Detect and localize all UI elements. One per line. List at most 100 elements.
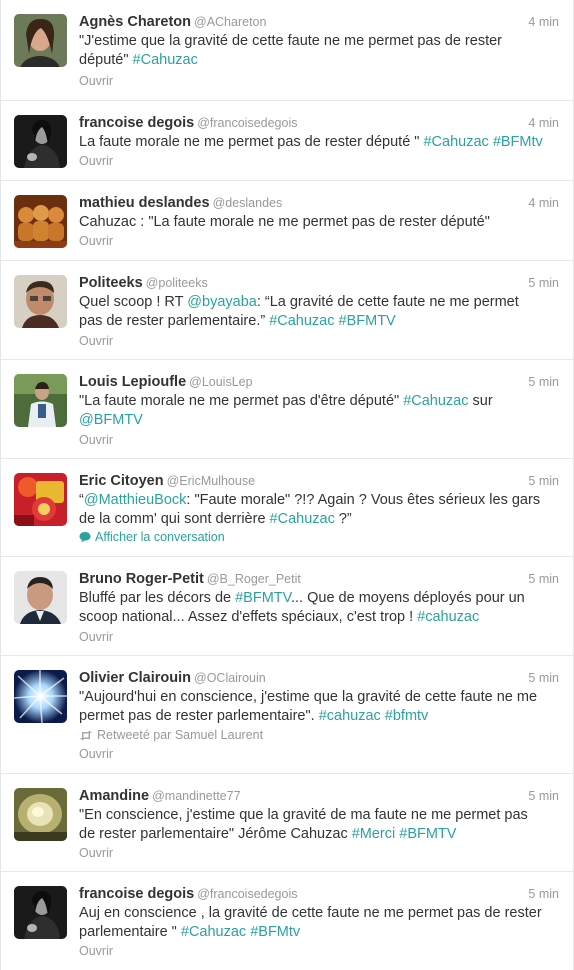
- open-tweet-link[interactable]: Ouvrir: [79, 333, 113, 349]
- avatar[interactable]: [14, 670, 67, 723]
- tweet-text-segment: député": [79, 52, 133, 68]
- tweet-fullname[interactable]: mathieu deslandes: [79, 195, 210, 211]
- avatar[interactable]: [14, 571, 67, 624]
- hashtag-link[interactable]: #Cahuzac: [181, 924, 246, 940]
- tweet-timestamp[interactable]: 5 min: [528, 884, 559, 904]
- mention-link[interactable]: @BFMTV: [79, 412, 143, 428]
- tweet-text-segment: pas de rester parlementaire.”: [79, 313, 270, 329]
- open-tweet-link[interactable]: Ouvrir: [79, 73, 113, 89]
- avatar[interactable]: [14, 195, 67, 248]
- hashtag-link[interactable]: #Merci: [352, 826, 396, 842]
- tweet-text-line: @BFMTV: [79, 411, 565, 430]
- tweet-text-line: "La faute morale ne me permet pas d'être…: [79, 392, 565, 411]
- hashtag-link[interactable]: #BFMTV: [235, 590, 291, 606]
- retweeted-by-label: Retweeté par Samuel Laurent: [97, 728, 264, 742]
- hashtag-link[interactable]: #Cahuzac: [403, 393, 468, 409]
- tweet-text-line: Bluffé par les décors de #BFMTV... Que d…: [79, 589, 565, 608]
- tweet-username[interactable]: @EricMulhouse: [167, 474, 255, 488]
- show-conversation-link[interactable]: Afficher la conversation: [79, 529, 225, 547]
- tweet-item[interactable]: Olivier Clairouin @OClairouin 5 min "Aujo…: [1, 656, 573, 774]
- tweet-item[interactable]: Louis Lepioufle @LouisLep 5 min "La faute…: [1, 360, 573, 459]
- tweet-username[interactable]: @AChareton: [194, 15, 266, 29]
- hashtag-link[interactable]: #cahuzac: [417, 609, 479, 625]
- tweet-timestamp[interactable]: 4 min: [528, 113, 559, 133]
- tweet-fullname[interactable]: Eric Citoyen: [79, 473, 164, 489]
- avatar[interactable]: [14, 115, 67, 168]
- tweet-text-line: Quel scoop ! RT @byayaba: “La gravité de…: [79, 293, 565, 312]
- tweet-timestamp[interactable]: 5 min: [528, 569, 559, 589]
- tweet-timestamp[interactable]: 5 min: [528, 273, 559, 293]
- show-conversation-label: Afficher la conversation: [95, 530, 225, 544]
- tweet-fullname[interactable]: Olivier Clairouin: [79, 670, 191, 686]
- tweet-timestamp[interactable]: 4 min: [528, 193, 559, 213]
- hashtag-link[interactable]: #BFMtv: [250, 924, 300, 940]
- tweet-fullname[interactable]: Amandine: [79, 788, 149, 804]
- tweet-text-segment: Cahuzac : "La faute morale ne me permet …: [79, 214, 490, 230]
- hashtag-link[interactable]: #Cahuzac: [133, 52, 198, 68]
- hashtag-link[interactable]: #Cahuzac: [423, 134, 488, 150]
- open-tweet-link[interactable]: Ouvrir: [79, 746, 113, 762]
- hashtag-link[interactable]: #bfmtv: [385, 708, 429, 724]
- tweet-text-line: "En conscience, j'estime que la gravité …: [79, 806, 565, 825]
- tweet-fullname[interactable]: Politeeks: [79, 275, 143, 291]
- tweet-item[interactable]: Amandine @mandinette77 5 min "En conscien…: [1, 774, 573, 872]
- tweet-fullname[interactable]: Agnès Chareton: [79, 14, 191, 30]
- open-tweet-link[interactable]: Ouvrir: [79, 432, 113, 448]
- tweet-text: "La faute morale ne me permet pas d'être…: [79, 392, 565, 430]
- open-tweet-link[interactable]: Ouvrir: [79, 845, 113, 861]
- tweet-item[interactable]: Eric Citoyen @EricMulhouse 5 min “@Matthi…: [1, 459, 573, 557]
- retweeted-by[interactable]: Retweeté par Samuel Laurent: [79, 727, 263, 745]
- tweet-item[interactable]: francoise degois @francoisedegois 5 min A…: [1, 872, 573, 970]
- avatar[interactable]: [14, 473, 67, 526]
- tweet-text-line: de la comm' qui sont derrière #Cahuzac ?…: [79, 510, 565, 529]
- open-tweet-link[interactable]: Ouvrir: [79, 629, 113, 645]
- tweet-item[interactable]: Politeeks @politeeks 5 min Quel scoop ! R…: [1, 261, 573, 360]
- tweet-text: Quel scoop ! RT @byayaba: “La gravité de…: [79, 293, 565, 331]
- tweet-username[interactable]: @deslandes: [213, 196, 283, 210]
- tweet-timestamp[interactable]: 5 min: [528, 372, 559, 392]
- tweet-text-segment: Quel scoop ! RT: [79, 294, 188, 310]
- tweet-username[interactable]: @B_Roger_Petit: [207, 572, 301, 586]
- hashtag-link[interactable]: #BFMtv: [493, 134, 543, 150]
- mention-link[interactable]: @byayaba: [187, 294, 257, 310]
- tweet-text-line: La faute morale ne me permet pas de rest…: [79, 133, 565, 152]
- tweet-timestamp[interactable]: 5 min: [528, 471, 559, 491]
- tweet-item[interactable]: Bruno Roger-Petit @B_Roger_Petit 5 min Bl…: [1, 557, 573, 656]
- avatar[interactable]: [14, 886, 67, 939]
- open-tweet-link[interactable]: Ouvrir: [79, 233, 113, 249]
- tweet-timestamp[interactable]: 5 min: [528, 786, 559, 806]
- tweet-username[interactable]: @politeeks: [146, 276, 208, 290]
- tweet-timestamp[interactable]: 5 min: [528, 668, 559, 688]
- tweet-fullname[interactable]: francoise degois: [79, 115, 194, 131]
- avatar[interactable]: [14, 374, 67, 427]
- tweet-username[interactable]: @OClairouin: [194, 671, 266, 685]
- tweet-text-segment: ?”: [334, 511, 352, 527]
- tweet-fullname[interactable]: Louis Lepioufle: [79, 374, 186, 390]
- hashtag-link[interactable]: #Cahuzac: [270, 511, 335, 527]
- mention-link[interactable]: @MatthieuBock: [84, 492, 187, 508]
- open-tweet-link[interactable]: Ouvrir: [79, 153, 113, 169]
- tweet-username[interactable]: @mandinette77: [152, 789, 240, 803]
- tweet-username[interactable]: @francoisedegois: [197, 116, 297, 130]
- tweet-item[interactable]: Agnès Chareton @AChareton 4 min "J'estime…: [1, 0, 573, 101]
- tweet-username[interactable]: @francoisedegois: [197, 887, 297, 901]
- tweet-text: La faute morale ne me permet pas de rest…: [79, 133, 565, 152]
- tweet-text-segment: "Aujourd'hui en conscience, j'estime que…: [79, 689, 538, 705]
- avatar[interactable]: [14, 275, 67, 328]
- tweet-item[interactable]: mathieu deslandes @deslandes 4 min Cahuza…: [1, 181, 573, 261]
- open-tweet-link[interactable]: Ouvrir: [79, 943, 113, 959]
- tweet-fullname[interactable]: Bruno Roger-Petit: [79, 571, 204, 587]
- tweet-text-line: Auj en conscience , la gravité de cette …: [79, 904, 565, 923]
- tweet-item[interactable]: francoise degois @francoisedegois 4 min L…: [1, 101, 573, 181]
- avatar[interactable]: [14, 14, 67, 67]
- tweet-username[interactable]: @LouisLep: [189, 375, 252, 389]
- tweet-fullname[interactable]: francoise degois: [79, 886, 194, 902]
- tweet-text-line: permet pas de rester parlementaire". #ca…: [79, 707, 565, 726]
- tweet-timestamp[interactable]: 4 min: [528, 12, 559, 32]
- avatar[interactable]: [14, 788, 67, 841]
- hashtag-link[interactable]: #Cahuzac: [269, 313, 334, 329]
- hashtag-link[interactable]: #BFMTV: [399, 826, 456, 842]
- tweet-text-segment: scoop national... Assez d'effets spéciau…: [79, 609, 418, 625]
- hashtag-link[interactable]: #BFMTV: [339, 313, 396, 329]
- hashtag-link[interactable]: #cahuzac: [319, 708, 381, 724]
